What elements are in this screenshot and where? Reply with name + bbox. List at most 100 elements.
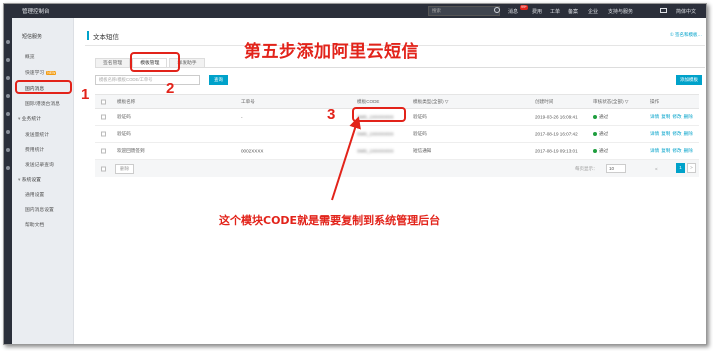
nav-tickets[interactable]: 工单 — [550, 8, 560, 15]
sidebar-item-help-docs[interactable]: 帮助文档 — [25, 221, 44, 228]
sidebar-group-stats[interactable]: 业务统计 — [18, 115, 41, 122]
rail-icon[interactable] — [6, 130, 10, 134]
copy-link[interactable]: 复制 — [661, 114, 670, 119]
delete-link[interactable]: 删除 — [684, 131, 693, 136]
status-text: 通过 — [599, 131, 609, 136]
delete-link[interactable]: 删除 — [684, 148, 693, 153]
table-row: 欢迎回馈签到 0002XXXX SMS_1XXXXXXX 短信通知 2017-0… — [95, 143, 699, 160]
sidebar-item-quick-start[interactable]: 快速学习 NEW — [25, 69, 57, 76]
ticket-number: - — [241, 114, 243, 120]
sidebar-item-send-records[interactable]: 发送记录查询 — [25, 161, 54, 168]
console-title[interactable]: 管理控制台 — [22, 7, 50, 15]
row-checkbox[interactable] — [101, 131, 106, 137]
per-page-label: 每页显示： — [575, 165, 598, 171]
top-bar: 管理控制台 搜索 消息 99+ 费用 工单 备案 企业 支持与服务 简体中文 — [4, 4, 706, 18]
row-actions: 详情 复制 修改 删除 — [650, 131, 695, 137]
add-template-button[interactable]: 添加模板 — [676, 75, 702, 85]
sidebar-item-overview[interactable]: 概览 — [25, 53, 35, 60]
col-header: 模板名称 — [117, 98, 136, 104]
per-page-select[interactable]: 10 — [606, 164, 626, 173]
row-checkbox[interactable] — [101, 148, 106, 154]
nav-support[interactable]: 支持与服务 — [608, 8, 633, 15]
sidebar-item-international[interactable]: 国际/港澳台消息 — [25, 100, 60, 107]
sidebar-item-general-settings[interactable]: 通用设置 — [25, 191, 44, 198]
col-header: 创建时间 — [535, 98, 554, 104]
message-count-badge: 99+ — [520, 5, 528, 10]
rail-icon[interactable] — [6, 40, 10, 44]
nav-language[interactable]: 简体中文 — [676, 8, 696, 15]
footer-checkbox[interactable] — [101, 166, 106, 171]
copy-link[interactable]: 复制 — [661, 148, 670, 153]
template-search-input[interactable]: 模板名称/模板CODE/工单号 — [95, 75, 200, 85]
template-name: 验证码 — [117, 131, 131, 136]
help-link[interactable]: ① 签名和模板… — [670, 32, 702, 38]
row-actions: 详情 复制 修改 删除 — [650, 148, 695, 154]
status-text: 通过 — [599, 114, 609, 119]
search-icon[interactable] — [494, 7, 500, 13]
status-badge: 通过 — [593, 131, 608, 137]
mail-icon[interactable] — [660, 8, 667, 13]
page-title: 文本短信 — [93, 34, 119, 41]
edit-link[interactable]: 修改 — [672, 114, 681, 119]
rail-icon[interactable] — [6, 94, 10, 98]
created-time: 2019-03-26 16:09:41 — [535, 114, 578, 120]
prev-page-button[interactable]: < — [655, 166, 658, 171]
ticket-number: 0002XXXX — [241, 148, 264, 154]
row-checkbox[interactable] — [101, 114, 106, 120]
step-number-3: 3 — [327, 106, 336, 123]
template-name: 验证码 — [117, 114, 131, 119]
next-page-button[interactable]: > — [687, 163, 696, 173]
col-header[interactable]: 模板类型(全部) ▽ — [413, 99, 448, 105]
nav-messages[interactable]: 消息 — [508, 8, 518, 15]
template-code[interactable]: SMS_1XXXXXXX — [357, 149, 394, 154]
current-page-button[interactable]: 1 — [676, 163, 685, 173]
rail-icon[interactable] — [6, 166, 10, 170]
created-time: 2017-08-19 09:13:01 — [535, 148, 578, 154]
new-badge: NEW — [46, 70, 57, 75]
status-ok-icon — [593, 114, 597, 119]
nav-filing[interactable]: 备案 — [568, 8, 578, 15]
sidebar: 短信服务 概览 快速学习NEW 国内消息 国际/港澳台消息 业务统计 发送量统计… — [12, 18, 74, 344]
template-type: 验证码 — [413, 131, 427, 136]
edit-link[interactable]: 修改 — [672, 131, 681, 136]
detail-link[interactable]: 详情 — [650, 114, 659, 119]
step-number-2: 2 — [166, 80, 175, 97]
sidebar-item-send-stats[interactable]: 发送量统计 — [25, 131, 49, 138]
status-ok-icon — [593, 131, 597, 136]
detail-link[interactable]: 详情 — [650, 148, 659, 153]
col-header[interactable]: 审核状态(全部) ▽ — [593, 99, 628, 105]
highlight-template-tab — [130, 52, 180, 72]
template-code[interactable]: SMS_1XXXXXXX — [357, 132, 394, 137]
copy-link[interactable]: 复制 — [661, 131, 670, 136]
sidebar-item-label: 快速学习 — [25, 71, 45, 76]
query-button[interactable]: 查询 — [209, 75, 228, 85]
template-name: 欢迎回馈签到 — [117, 148, 145, 153]
nav-billing[interactable]: 费用 — [532, 8, 542, 15]
global-search-input[interactable]: 搜索 — [428, 6, 500, 16]
delete-link[interactable]: 删除 — [684, 114, 693, 119]
annotation-note: 这个模块CODE就是需要复制到系统管理后台 — [219, 214, 441, 227]
rail-icon[interactable] — [6, 76, 10, 80]
rail-icon[interactable] — [6, 58, 10, 62]
status-text: 通过 — [599, 148, 609, 153]
select-all-checkbox[interactable] — [101, 99, 106, 104]
template-type: 短信通知 — [413, 148, 432, 153]
rail-icon[interactable] — [6, 148, 10, 152]
nav-enterprise[interactable]: 企业 — [588, 8, 598, 15]
screenshot-frame: 管理控制台 搜索 消息 99+ 费用 工单 备案 企业 支持与服务 简体中文 短… — [3, 3, 707, 345]
sidebar-item-domestic-settings[interactable]: 国内消息设置 — [25, 206, 54, 213]
row-actions: 详情 复制 修改 删除 — [650, 114, 695, 120]
step-number-1: 1 — [81, 86, 90, 103]
batch-delete-button[interactable]: 删除 — [115, 163, 135, 174]
status-ok-icon — [593, 148, 597, 153]
status-badge: 通过 — [593, 114, 608, 120]
detail-link[interactable]: 详情 — [650, 131, 659, 136]
divider — [95, 67, 705, 68]
highlight-template-code — [352, 107, 406, 122]
edit-link[interactable]: 修改 — [672, 148, 681, 153]
status-badge: 通过 — [593, 148, 608, 154]
sidebar-item-cost-stats[interactable]: 费用统计 — [25, 146, 44, 153]
rail-icon[interactable] — [6, 112, 10, 116]
sidebar-title: 短信服务 — [22, 34, 43, 40]
sidebar-group-settings[interactable]: 系统设置 — [18, 176, 41, 183]
